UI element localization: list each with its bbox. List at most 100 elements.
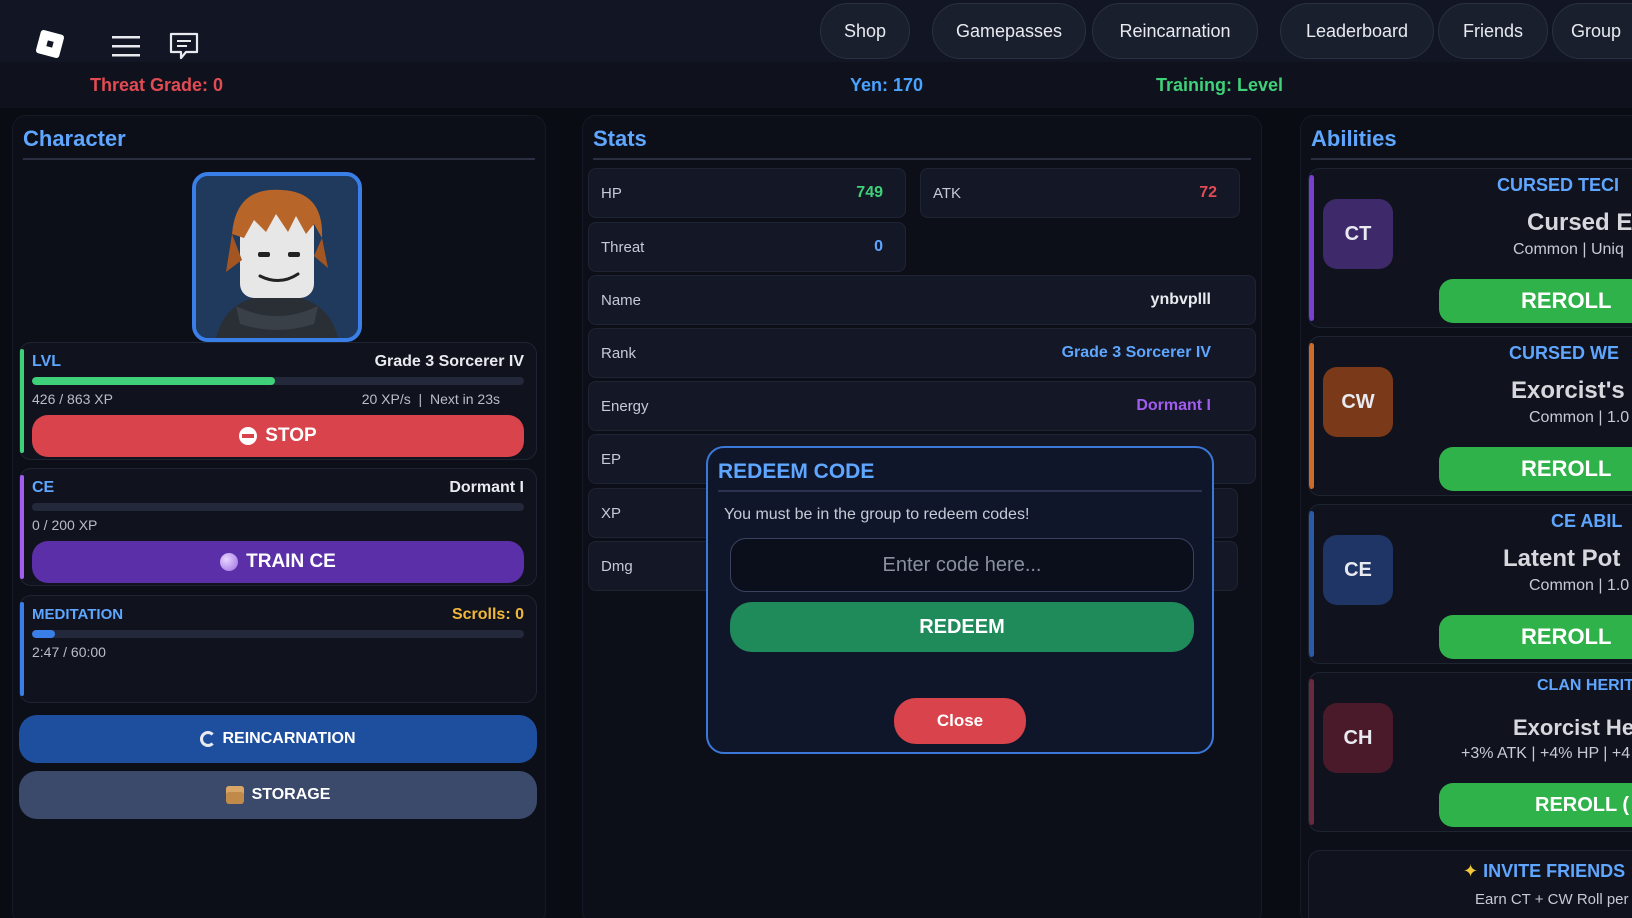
ability-bonus: +3% ATK | +4% HP | +4 bbox=[1461, 745, 1631, 762]
level-progress-fill bbox=[32, 377, 275, 385]
ability-type: CE ABIL bbox=[1551, 511, 1623, 531]
ce-progress-bar bbox=[32, 503, 524, 511]
ability-card-cw: CURSED WE CW Exorcist's Common | 1.0 RER… bbox=[1308, 336, 1632, 496]
recycle-icon bbox=[200, 731, 217, 747]
nav-reincarnation-button[interactable]: Reincarnation bbox=[1092, 3, 1258, 59]
level-label: LVL bbox=[32, 353, 62, 370]
divider bbox=[593, 158, 1251, 160]
ce-rank: Dormant I bbox=[449, 479, 524, 496]
stat-xp-label: XP bbox=[601, 505, 622, 522]
reroll-button[interactable]: REROLL bbox=[1439, 447, 1632, 491]
stat-hp: HP 749 bbox=[588, 168, 906, 218]
reroll-button[interactable]: REROLL bbox=[1439, 279, 1632, 323]
ability-tile: CW bbox=[1323, 367, 1393, 437]
divider bbox=[718, 490, 1202, 492]
stat-rank-value: Grade 3 Sorcerer IV bbox=[1061, 344, 1211, 361]
stat-ep-label: EP bbox=[601, 451, 622, 468]
reroll-button[interactable]: REROLL bbox=[1439, 615, 1632, 659]
stat-rank: Rank Grade 3 Sorcerer IV bbox=[588, 328, 1256, 378]
no-entry-icon bbox=[239, 427, 258, 445]
modal-title: REDEEM CODE bbox=[718, 460, 875, 483]
ability-type: CURSED TECI bbox=[1497, 175, 1620, 195]
invite-title: INVITE FRIENDS bbox=[1483, 861, 1626, 881]
stats-title: Stats bbox=[593, 126, 647, 151]
level-xp: 426 / 863 XP bbox=[32, 391, 113, 407]
stop-training-button[interactable]: STOP bbox=[32, 415, 524, 457]
meditation-label: MEDITATION bbox=[32, 606, 124, 623]
train-ce-label: TRAIN CE bbox=[246, 551, 336, 572]
nav-leaderboard-button[interactable]: Leaderboard bbox=[1280, 3, 1434, 59]
stat-name-label: Name bbox=[601, 292, 642, 309]
stat-rank-label: Rank bbox=[601, 345, 637, 362]
stat-atk-label: ATK bbox=[933, 185, 962, 202]
ability-tile: CH bbox=[1323, 703, 1393, 773]
close-button[interactable]: Close bbox=[894, 698, 1026, 744]
stat-hp-value: 749 bbox=[856, 184, 883, 201]
storage-label: STORAGE bbox=[251, 786, 331, 803]
divider bbox=[23, 158, 535, 160]
ability-accent-bar bbox=[1309, 343, 1314, 489]
stat-name: Name ynbvplll bbox=[588, 275, 1256, 325]
ability-type: CLAN HERIT bbox=[1537, 677, 1632, 694]
reincarnation-label: REINCARNATION bbox=[222, 730, 356, 747]
divider bbox=[1311, 158, 1632, 160]
ability-rarity: Common | 1.0 bbox=[1529, 409, 1630, 426]
meditation-progress-fill bbox=[32, 630, 55, 638]
reroll-button[interactable]: REROLL ( bbox=[1439, 783, 1632, 827]
crystal-ball-icon bbox=[220, 553, 239, 571]
roblox-logo-icon[interactable] bbox=[30, 24, 70, 64]
meditation-card: MEDITATION Scrolls: 0 2:47 / 60:00 bbox=[19, 595, 537, 703]
storage-button[interactable]: STORAGE bbox=[19, 771, 537, 819]
avatar bbox=[192, 172, 362, 342]
next-level-timer: Next in 23s bbox=[429, 391, 500, 407]
stat-energy-value: Dormant I bbox=[1136, 397, 1211, 414]
ability-rarity: Common | 1.0 bbox=[1529, 577, 1630, 594]
train-ce-button[interactable]: TRAIN CE bbox=[32, 541, 524, 583]
meditation-accent-bar bbox=[20, 602, 24, 696]
yen-balance: Yen: 170 bbox=[850, 75, 924, 95]
nav-gamepasses-button[interactable]: Gamepasses bbox=[932, 3, 1086, 59]
ability-tile: CT bbox=[1323, 199, 1393, 269]
stat-energy: Energy Dormant I bbox=[588, 381, 1256, 431]
code-input[interactable] bbox=[730, 538, 1194, 592]
training-status: Training: Level bbox=[1156, 75, 1284, 95]
scrolls-count: Scrolls: 0 bbox=[451, 606, 524, 623]
stat-atk: ATK 72 bbox=[920, 168, 1240, 218]
ability-tile: CE bbox=[1323, 535, 1393, 605]
meditation-time: 2:47 / 60:00 bbox=[32, 644, 106, 660]
nav-group-button[interactable]: Group bbox=[1552, 3, 1632, 59]
game-screen: Shop Gamepasses Reincarnation Leaderboar… bbox=[0, 0, 1632, 918]
stat-energy-label: Energy bbox=[601, 398, 649, 415]
nav-friends-button[interactable]: Friends bbox=[1438, 3, 1548, 59]
ability-accent-bar bbox=[1309, 679, 1314, 825]
modal-message: You must be in the group to redeem codes… bbox=[724, 506, 1030, 523]
redeem-button[interactable]: REDEEM bbox=[730, 602, 1194, 652]
ability-card-ct: CURSED TECI CT Cursed E Common | Uniq RE… bbox=[1308, 168, 1632, 328]
stat-name-value: ynbvplll bbox=[1150, 291, 1211, 308]
top-bar: Shop Gamepasses Reincarnation Leaderboar… bbox=[0, 0, 1632, 62]
ce-card: CE Dormant I 0 / 200 XP TRAIN CE bbox=[19, 468, 537, 586]
invite-title-row: ✦ INVITE FRIENDS bbox=[1463, 861, 1625, 882]
ability-name: Exorcist's bbox=[1511, 377, 1625, 404]
invite-friends-card[interactable]: ✦ INVITE FRIENDS Earn CT + CW Roll per bbox=[1308, 850, 1632, 918]
stat-threat-label: Threat bbox=[601, 239, 645, 256]
reincarnation-button[interactable]: REINCARNATION bbox=[19, 715, 537, 763]
package-icon bbox=[225, 786, 244, 804]
meditation-progress-bar bbox=[32, 630, 524, 638]
nav-shop-button[interactable]: Shop bbox=[820, 3, 910, 59]
ability-card-ce: CE ABIL CE Latent Pot Common | 1.0 REROL… bbox=[1308, 504, 1632, 664]
level-accent-bar bbox=[20, 349, 24, 453]
ability-type: CURSED WE bbox=[1509, 343, 1620, 363]
stop-label: STOP bbox=[265, 425, 317, 446]
level-rank: Grade 3 Sorcerer IV bbox=[374, 353, 524, 370]
stat-hp-label: HP bbox=[601, 185, 622, 202]
ability-accent-bar bbox=[1309, 511, 1314, 657]
ability-card-ch: CLAN HERIT CH Exorcist He +3% ATK | +4% … bbox=[1308, 672, 1632, 832]
level-rate: 20 XP/s | Next in 23s bbox=[361, 391, 500, 407]
stat-atk-value: 72 bbox=[1199, 184, 1217, 201]
ability-name: Cursed E bbox=[1527, 209, 1632, 236]
stat-threat: Threat 0 bbox=[588, 222, 906, 272]
ce-label: CE bbox=[32, 479, 55, 496]
info-bar: Threat Grade: 0 Yen: 170 Training: Level bbox=[0, 62, 1632, 108]
stat-dmg-label: Dmg bbox=[601, 558, 633, 575]
